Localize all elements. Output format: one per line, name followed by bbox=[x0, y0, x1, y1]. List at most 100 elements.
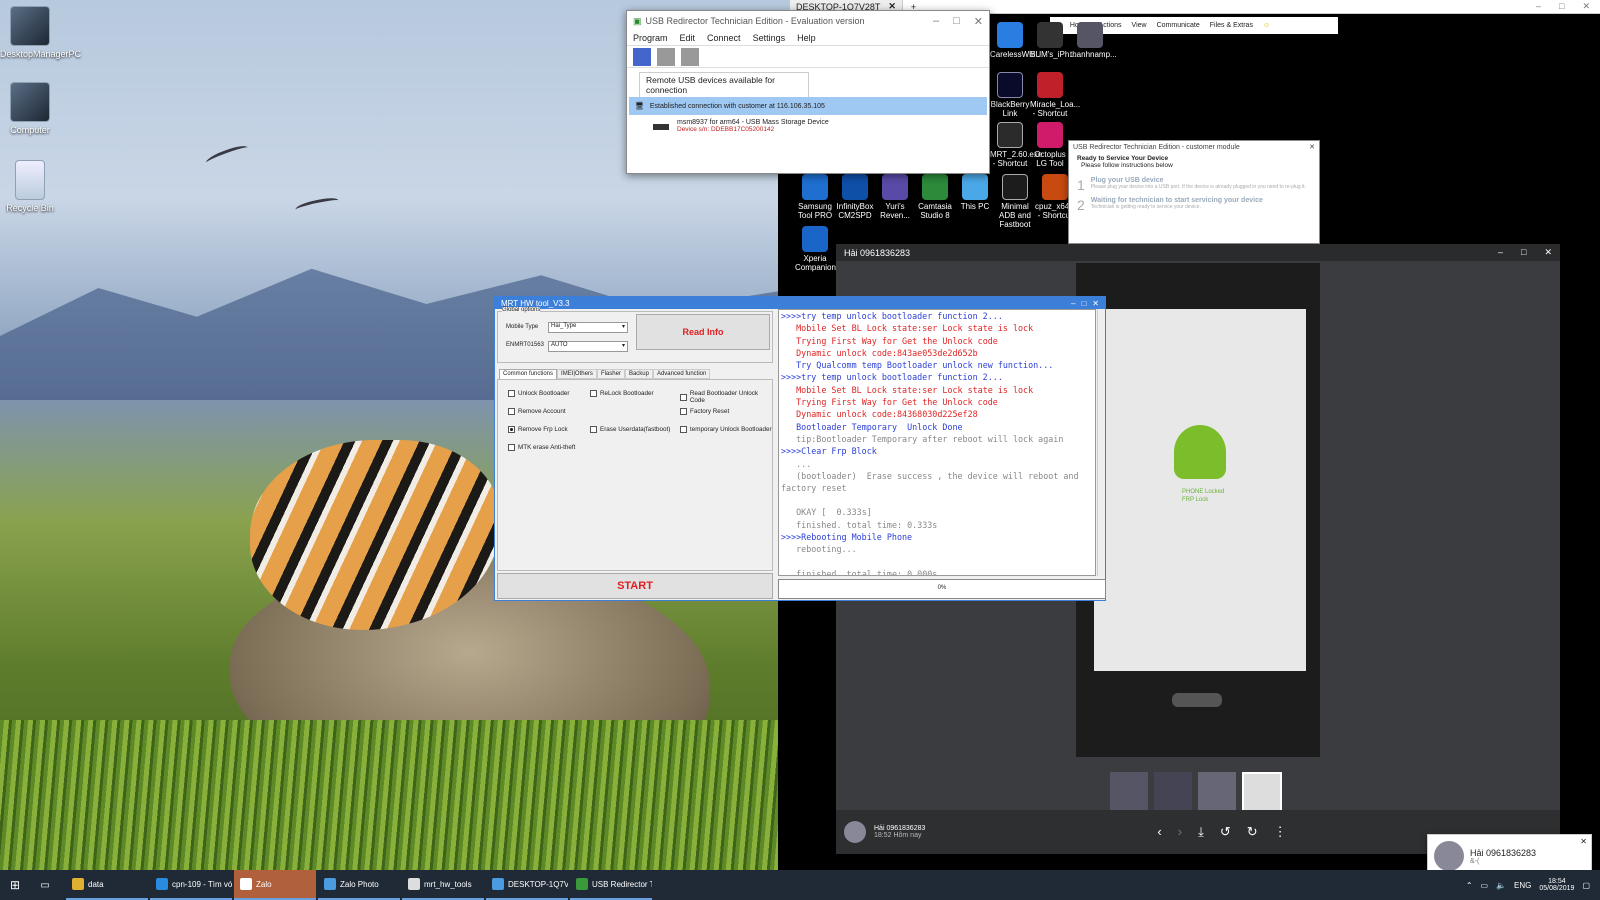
remote-icon[interactable]: Miracle_Loa... - Shortcut bbox=[1030, 72, 1080, 118]
tab-flasher[interactable]: Flasher bbox=[596, 369, 625, 379]
factory-reset-checkbox[interactable]: Factory Reset bbox=[680, 408, 729, 415]
close-icon[interactable]: ✕ bbox=[1309, 143, 1315, 151]
taskbar-item[interactable]: data bbox=[66, 870, 148, 900]
output-log[interactable]: >>>>try temp unlock bootloader function … bbox=[778, 309, 1096, 576]
enmrt-select[interactable]: AUTO ▾ bbox=[548, 341, 628, 352]
checkbox[interactable] bbox=[508, 444, 515, 451]
taskbar-item[interactable]: mrt_hw_tools bbox=[402, 870, 484, 900]
checkbox[interactable] bbox=[590, 426, 597, 433]
toolbar-files[interactable]: Files & Extras bbox=[1210, 22, 1253, 29]
close-icon[interactable]: ✕ bbox=[1544, 247, 1552, 258]
usb-plug-icon[interactable] bbox=[657, 48, 675, 66]
rotate-right-icon[interactable]: ↻ bbox=[1247, 824, 1258, 840]
connection-row[interactable]: 🖥 Established connection with customer at… bbox=[629, 97, 987, 115]
close-icon[interactable]: ✕ bbox=[1582, 1, 1590, 12]
taskbar-item[interactable]: DESKTOP-1Q7V28T... bbox=[486, 870, 568, 900]
tab-backup[interactable]: Backup bbox=[624, 369, 653, 379]
remote-icon[interactable]: Octoplus LG Tool bbox=[1030, 122, 1070, 168]
rotate-left-icon[interactable]: ↺ bbox=[1220, 824, 1231, 840]
log-scrollbar[interactable] bbox=[1097, 309, 1105, 576]
connect-icon[interactable] bbox=[633, 48, 651, 66]
remote-icon[interactable]: InfinityBox CM2SPD bbox=[835, 174, 875, 220]
close-icon[interactable]: ✕ bbox=[974, 15, 983, 28]
minimize-icon[interactable]: – bbox=[1498, 247, 1503, 258]
remote-icon[interactable]: CarelessWhi... bbox=[990, 22, 1042, 59]
thumbnail[interactable] bbox=[1110, 772, 1148, 810]
start-button[interactable]: START bbox=[497, 573, 773, 599]
menu-settings[interactable]: Settings bbox=[753, 33, 786, 43]
read-info-button[interactable]: Read Info bbox=[636, 314, 770, 350]
remote-icon[interactable]: Minimal ADB and Fastboot bbox=[995, 174, 1035, 229]
device-row[interactable]: msm8937 for arm64 - USB Mass Storage Dev… bbox=[653, 119, 989, 133]
minimize-icon[interactable]: – bbox=[933, 15, 939, 28]
remote-icon[interactable]: Samsung Tool PRO bbox=[795, 174, 835, 220]
prev-icon[interactable]: ‹ bbox=[1157, 824, 1161, 840]
remote-icon[interactable]: Camtasia Studio 8 bbox=[915, 174, 955, 220]
next-icon[interactable]: › bbox=[1178, 824, 1182, 840]
checkbox[interactable] bbox=[680, 408, 687, 415]
remote-icon[interactable]: thanhnamp... bbox=[1070, 22, 1117, 59]
minimize-icon[interactable]: – bbox=[1536, 1, 1541, 12]
thumbnail[interactable] bbox=[1198, 772, 1236, 810]
menu-edit[interactable]: Edit bbox=[680, 33, 696, 43]
checkbox[interactable] bbox=[680, 426, 687, 433]
close-icon[interactable]: ✕ bbox=[1092, 299, 1099, 308]
menu-connect[interactable]: Connect bbox=[707, 33, 741, 43]
minimize-icon[interactable]: – bbox=[1071, 299, 1075, 308]
toolbar-view[interactable]: View bbox=[1132, 22, 1147, 29]
task-view-icon[interactable]: ▭ bbox=[30, 880, 60, 891]
menu-program[interactable]: Program bbox=[633, 33, 668, 43]
thumbnail[interactable] bbox=[1154, 772, 1192, 810]
erase-userdata-checkbox[interactable]: Erase Userdata(fastboot) bbox=[590, 426, 670, 433]
remove-frp-lock-radio[interactable]: Remove Frp Lock bbox=[508, 426, 568, 433]
remote-icon[interactable]: This PC bbox=[955, 174, 995, 211]
mobile-type-select[interactable]: Hai_Type ▾ bbox=[548, 322, 628, 333]
taskbar-item[interactable]: Zalo Photo bbox=[318, 870, 400, 900]
taskbar-item[interactable]: USB Redirector Tec... bbox=[570, 870, 652, 900]
tab-common-functions[interactable]: Common functions bbox=[499, 369, 558, 379]
volume-icon[interactable]: 🔈 bbox=[1496, 881, 1506, 890]
maximize-icon[interactable]: □ bbox=[1559, 1, 1564, 12]
desktop-icon-recycle-bin[interactable]: Recycle Bin bbox=[0, 160, 60, 213]
checkbox[interactable] bbox=[680, 393, 687, 401]
maximize-icon[interactable]: □ bbox=[1521, 247, 1526, 258]
checkbox[interactable] bbox=[508, 390, 515, 397]
remote-icon[interactable]: BUM's_iPh... bbox=[1030, 22, 1076, 59]
tab-remote-usb[interactable]: Remote USB devices available for connect… bbox=[639, 72, 809, 97]
menu-help[interactable]: Help bbox=[797, 33, 816, 43]
windows-start-icon[interactable]: ⊞ bbox=[0, 878, 30, 892]
checkbox[interactable] bbox=[590, 390, 597, 397]
thumbnail-selected[interactable] bbox=[1242, 772, 1282, 812]
checkbox-checked[interactable] bbox=[508, 426, 515, 433]
mtk-erase-antitheft-checkbox[interactable]: MTK erase Anti-theft bbox=[508, 444, 575, 451]
toolbar-communicate[interactable]: Communicate bbox=[1157, 22, 1200, 29]
remove-account-checkbox[interactable]: Remove Account bbox=[508, 408, 566, 415]
close-icon[interactable]: ✕ bbox=[1580, 837, 1587, 846]
unlock-bootloader-checkbox[interactable]: Unlock Bootloader bbox=[508, 390, 569, 397]
network-icon[interactable]: ▭ bbox=[1481, 881, 1489, 890]
remote-icon[interactable]: MRT_2.60.exe - Shortcut bbox=[990, 122, 1042, 168]
tab-imei-others[interactable]: IMEI|Others bbox=[557, 369, 597, 379]
maximize-icon[interactable]: □ bbox=[1081, 299, 1086, 308]
taskbar-item-active[interactable]: Zalo bbox=[234, 870, 316, 900]
chevron-up-icon[interactable]: ⌃ bbox=[1466, 881, 1473, 890]
checkbox[interactable] bbox=[508, 408, 515, 415]
read-unlock-code-checkbox[interactable]: Read Bootloader Unlock Code bbox=[680, 390, 772, 404]
taskbar-item[interactable]: cpn-109 - Tìm với G... bbox=[150, 870, 232, 900]
more-icon[interactable]: ⋮ bbox=[1274, 824, 1287, 840]
download-icon[interactable]: ⤓ bbox=[1198, 824, 1204, 840]
tab-advanced-function[interactable]: Advanced function bbox=[652, 369, 711, 379]
desktop-icon-manager[interactable]: DesktopManagerPC bbox=[0, 6, 81, 59]
temp-unlock-bootloader-checkbox[interactable]: temporary Unlock Bootloader bbox=[680, 426, 772, 433]
smiley-icon[interactable]: ☺ bbox=[1263, 22, 1270, 29]
remote-icon[interactable]: Xperia Companion bbox=[795, 226, 836, 272]
clock[interactable]: 18:54 05/08/2019 bbox=[1539, 878, 1574, 892]
maximize-icon[interactable]: □ bbox=[953, 15, 960, 28]
photo-image[interactable]: PHONE Locked FRP Lock bbox=[1076, 263, 1320, 757]
language-indicator[interactable]: ENG bbox=[1514, 881, 1531, 890]
remote-icon[interactable]: Yuri's Reven... bbox=[875, 174, 915, 220]
notification-icon[interactable]: ▢ bbox=[1582, 881, 1590, 890]
usb-unplug-icon[interactable] bbox=[681, 48, 699, 66]
desktop-icon-computer[interactable]: Computer bbox=[0, 82, 60, 135]
remote-icon[interactable]: BlackBerry Link bbox=[990, 72, 1030, 118]
